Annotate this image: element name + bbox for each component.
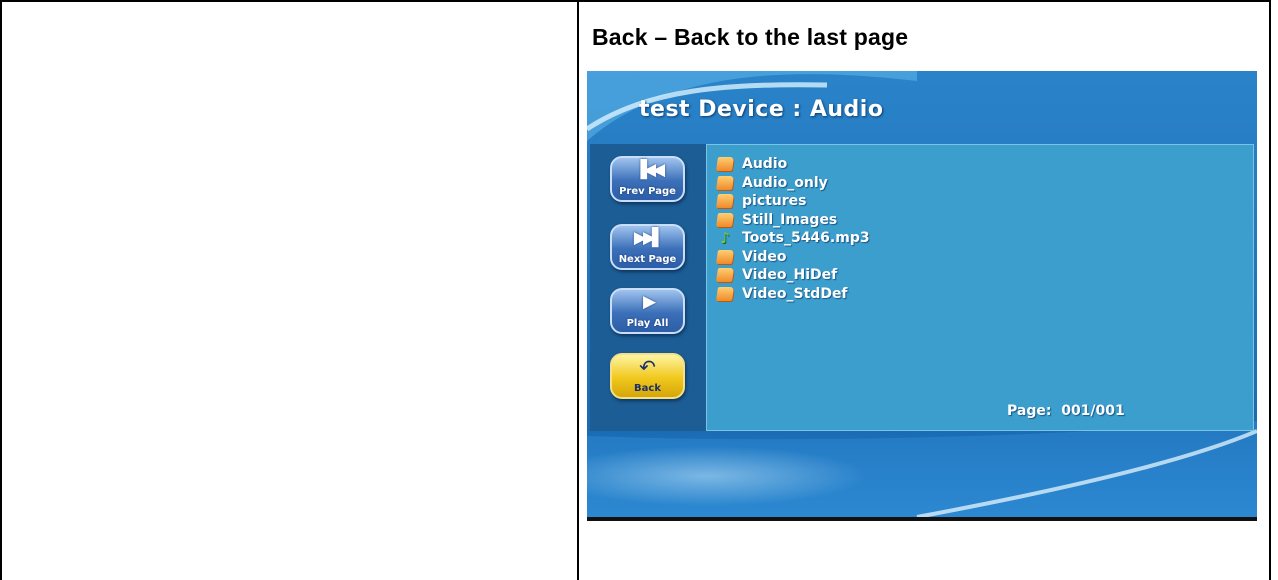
table-right-border (1269, 0, 1271, 580)
back-label: Back (634, 383, 661, 394)
table-left-border (0, 0, 2, 580)
file-name: pictures (742, 193, 807, 210)
file-name: Audio_only (742, 174, 828, 191)
list-item[interactable]: pictures (716, 192, 870, 211)
music-note-icon: ♪ (720, 229, 730, 248)
folder-icon (716, 268, 734, 283)
folder-icon (716, 212, 734, 227)
file-name: Toots_5446.mp3 (742, 230, 870, 247)
folder-icon (716, 157, 734, 172)
list-item[interactable]: Video (716, 248, 870, 267)
list-item[interactable]: Video_HiDef (716, 266, 870, 285)
section-caption: Back – Back to the last page (592, 24, 909, 50)
folder-icon (716, 286, 734, 301)
page-indicator-value: 001/001 (1061, 403, 1125, 419)
file-name: Video_HiDef (742, 267, 838, 284)
play-all-button[interactable]: ▶ Play All (610, 288, 685, 334)
back-arrow-icon: ↶ (639, 355, 656, 379)
list-item[interactable]: Still_Images (716, 211, 870, 230)
folder-icon (716, 175, 734, 190)
next-page-button[interactable]: ▶▶▌ Next Page (610, 224, 685, 270)
file-name: Still_Images (742, 211, 838, 228)
next-page-icon: ▶▶▌ (633, 228, 665, 248)
list-item[interactable]: Audio (716, 155, 870, 174)
table-column-divider (577, 0, 579, 580)
prev-page-label: Prev Page (619, 186, 676, 197)
list-item[interactable]: Video_StdDef (716, 285, 870, 304)
prev-page-button[interactable]: ▐◀◀ Prev Page (610, 156, 685, 202)
folder-icon (716, 249, 734, 264)
navigation-panel: ▐◀◀ Prev Page ▶▶▌ Next Page ▶ Play All ↶… (590, 144, 706, 431)
back-button[interactable]: ↶ Back (610, 353, 685, 399)
next-page-label: Next Page (618, 254, 677, 265)
file-name: Video (742, 248, 787, 265)
prev-page-icon: ▐◀◀ (633, 160, 665, 180)
file-name: Video_StdDef (742, 285, 848, 302)
play-icon: ▶ (642, 292, 656, 312)
file-list: Audio Audio_only pictures Still_Images ♪… (716, 155, 870, 304)
device-screenshot: test Device : Audio ▐◀◀ Prev Page ▶▶▌ Ne… (587, 71, 1257, 521)
file-name: Audio (742, 156, 788, 173)
table-top-border (0, 0, 1271, 2)
page-indicator-label: Page: (1007, 403, 1052, 419)
screen-title: test Device : Audio (639, 97, 884, 122)
folder-icon (716, 194, 734, 209)
list-item[interactable]: Audio_only (716, 174, 870, 193)
page-indicator: Page: 001/001 (1007, 403, 1125, 419)
list-item[interactable]: ♪ Toots_5446.mp3 (717, 229, 870, 248)
play-all-label: Play All (626, 318, 669, 329)
